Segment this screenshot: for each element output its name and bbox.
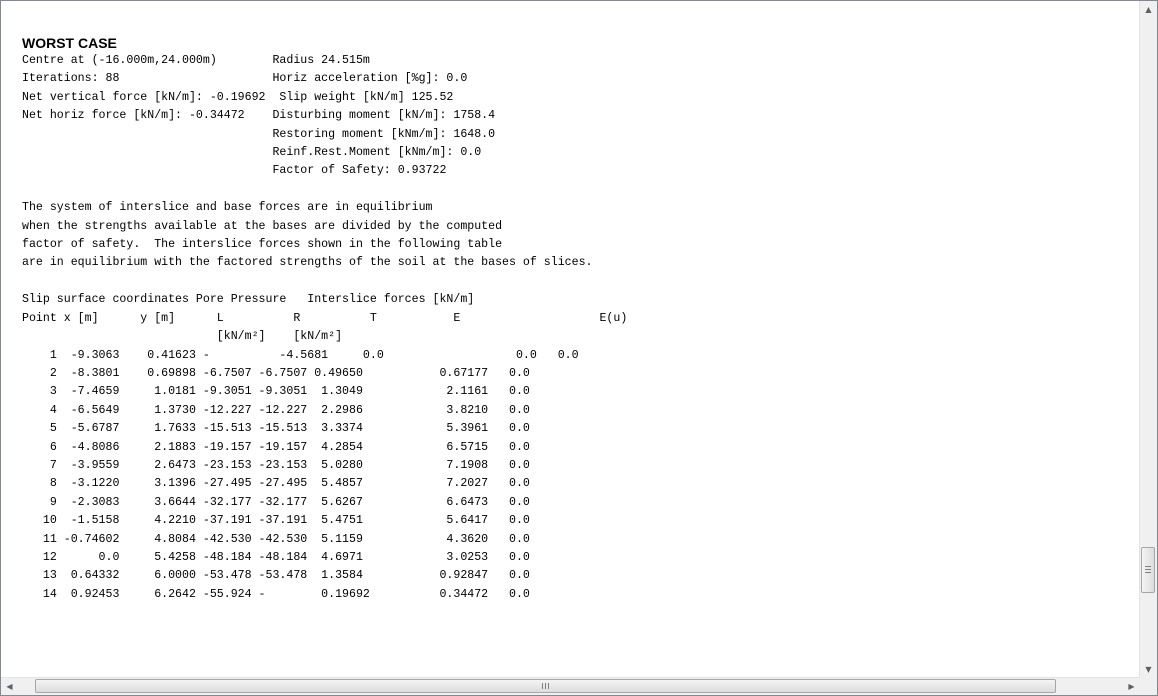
report-window: WORST CASE Centre at (-16.000m,24.000m) … [0,0,1158,696]
summary-line: Net horiz force [kN/m]: -0.34472 Disturb… [22,109,496,123]
table-row: 10 -1.5158 4.2210 -37.191 -37.191 5.4751… [22,514,530,528]
paragraph-line: factor of safety. The interslice forces … [22,238,503,252]
table-row: 7 -3.9559 2.6473 -23.153 -23.153 5.0280 … [22,458,530,472]
summary-line: Restoring moment [kNm/m]: 1648.0 [22,127,496,141]
table-row: 11 -0.74602 4.8084 -42.530 -42.530 5.115… [22,532,530,546]
horizontal-scrollbar[interactable]: ◀ ▶ [1,677,1140,695]
summary-line: Centre at (-16.000m,24.000m) Radius 24.5… [22,54,370,67]
paragraph-line: when the strengths available at the base… [22,219,503,233]
report-heading: WORST CASE [22,35,117,51]
vertical-scrollbar[interactable]: ▲ ▼ [1139,1,1157,678]
table-row: 12 0.0 5.4258 -48.184 -48.184 4.6971 3.0… [22,550,530,564]
report-text-area[interactable]: WORST CASE Centre at (-16.000m,24.000m) … [22,35,1127,671]
scrollbar-corner [1140,678,1157,695]
summary-block: Centre at (-16.000m,24.000m) Radius 24.5… [22,52,1127,604]
paragraph-line: The system of interslice and base forces… [22,201,433,215]
paragraph-line: are in equilibrium with the factored str… [22,256,593,270]
scroll-up-icon[interactable]: ▲ [1140,1,1157,18]
table-row: 1 -9.3063 0.41623 - -4.5681 0.0 0.0 0.0 [22,348,579,362]
scroll-right-icon[interactable]: ▶ [1123,678,1140,695]
table-row: 14 0.92453 6.2642 -55.924 - 0.19692 0.34… [22,587,530,601]
summary-line: Iterations: 88 Horiz acceleration [%g]: … [22,72,468,86]
horizontal-scroll-thumb[interactable] [35,679,1056,693]
summary-line: Factor of Safety: 0.93722 [22,164,447,178]
table-row: 13 0.64332 6.0000 -53.478 -53.478 1.3584… [22,569,530,583]
table-row: 8 -3.1220 3.1396 -27.495 -27.495 5.4857 … [22,477,530,491]
table-row: 2 -8.3801 0.69898 -6.7507 -6.7507 0.4965… [22,366,530,380]
summary-line: Reinf.Rest.Moment [kNm/m]: 0.0 [22,146,482,160]
vertical-scroll-thumb[interactable] [1141,547,1155,593]
scroll-down-icon[interactable]: ▼ [1140,661,1157,678]
table-row: 9 -2.3083 3.6644 -32.177 -32.177 5.6267 … [22,495,530,509]
table-row: 4 -6.5649 1.3730 -12.227 -12.227 2.2986 … [22,403,530,417]
table-header: Point x [m] y [m] L R T E E(u) [22,311,628,325]
grip-icon [542,683,550,689]
summary-line: Net vertical force [kN/m]: -0.19692 Slip… [22,90,454,104]
table-row: 6 -4.8086 2.1883 -19.157 -19.157 4.2854 … [22,440,530,454]
table-row: 5 -5.6787 1.7633 -15.513 -15.513 3.3374 … [22,422,530,436]
table-row: 3 -7.4659 1.0181 -9.3051 -9.3051 1.3049 … [22,385,530,399]
grip-icon [1145,566,1151,574]
table-header: Slip surface coordinates Pore Pressure I… [22,293,475,307]
scroll-left-icon[interactable]: ◀ [1,678,18,695]
table-header: [kN/m²] [kN/m²] [22,330,343,344]
